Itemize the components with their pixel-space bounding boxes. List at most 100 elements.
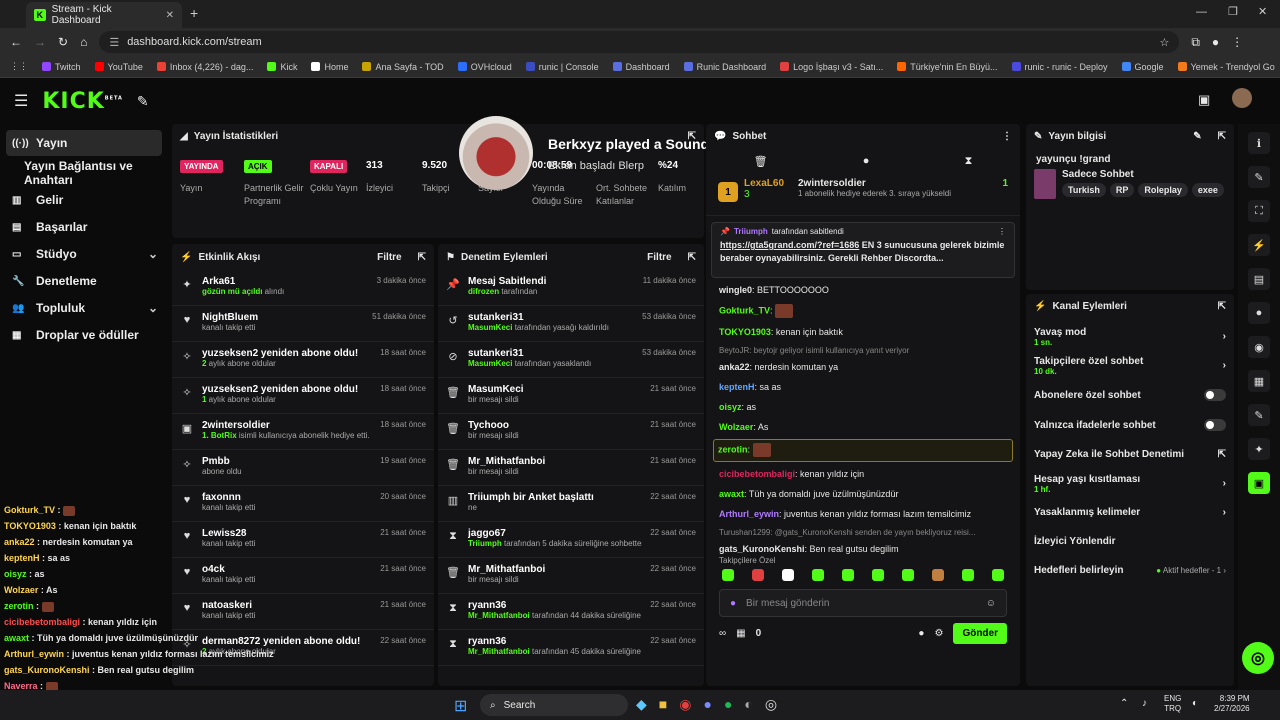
edit-info-icon[interactable]: ✎ [1193, 131, 1201, 142]
hourglass-tool-icon[interactable]: ⧗ [965, 155, 973, 168]
chat-rail-icon[interactable]: ● [1248, 302, 1270, 324]
document-rail-icon[interactable]: ▤ [1248, 268, 1270, 290]
chat-message[interactable]: keptenH: sa as [719, 377, 1007, 397]
chat-message[interactable]: Arthurl_eywin: juventus kenan yıldız for… [719, 504, 1007, 524]
chat-message[interactable]: Wolzaer: As [719, 417, 1007, 437]
channel-action-row[interactable]: Yalnızca ifadelerle sohbet [1026, 410, 1234, 440]
chat-input[interactable]: ● Bir mesaj gönderin ☺ [719, 589, 1007, 617]
browser-menu-icon[interactable]: ⋮ [1231, 35, 1243, 49]
sidebar-item[interactable]: 🔧 Denetleme [0, 268, 170, 294]
pinned-link[interactable]: https://gta5grand.com/?ref=1686 [720, 240, 859, 250]
moderation-popout-icon[interactable]: ⇱ [688, 252, 696, 263]
emote-button[interactable] [812, 569, 824, 581]
pin-tool-icon[interactable]: ✎ [137, 93, 149, 110]
taskbar-search[interactable]: ⌕ Search [480, 694, 628, 716]
edit-rail-icon[interactable]: ✎ [1248, 166, 1270, 188]
forward-icon[interactable]: → [34, 35, 46, 49]
info-rail-icon[interactable]: ℹ [1248, 132, 1270, 154]
channel-action-row[interactable]: Hesap yaşı kısıtlaması 1 hf. › [1026, 469, 1234, 498]
extensions-icon[interactable]: ⧉ [1191, 35, 1200, 50]
user-avatar[interactable] [1232, 88, 1252, 108]
sidebar-item[interactable]: ▥ Gelir [0, 187, 170, 213]
moderation-filter-button[interactable]: Filtre [647, 252, 671, 263]
bookmark-item[interactable]: Kick [267, 62, 297, 72]
feed-row[interactable]: ✧ yuzseksen2 yeniden abone oldu! 1 aylık a… [172, 378, 434, 414]
site-info-icon[interactable]: ☰ [109, 36, 119, 49]
chat-username[interactable]: Gokturk_TV [719, 305, 770, 315]
tag-chip[interactable]: RP [1109, 183, 1135, 197]
feed-row[interactable]: ✧ Pmbb abone oldu 19 saat önce [172, 450, 434, 486]
emote-button[interactable] [902, 569, 914, 581]
chat-message[interactable]: anka22: nerdesin komutan ya [719, 357, 1007, 377]
network-icon[interactable]: ◐ [1192, 698, 1198, 709]
bookmark-item[interactable]: Home [311, 62, 348, 72]
chat-message[interactable]: awaxt: Tüh ya domaldı juve üzülmüşünüzdü… [719, 484, 1007, 504]
toggle-switch[interactable] [1204, 389, 1226, 401]
game-rail-icon[interactable]: ▣ [1248, 472, 1270, 494]
feed-row[interactable]: ✦ Arka61 gözün mü açıldı alındı 3 dakika ön… [172, 270, 434, 306]
feed-row[interactable]: ↺ sutankeri31 MasumKeci tarafından yasağı … [438, 306, 704, 342]
browser-tab[interactable]: K Stream - Kick Dashboard ✕ [26, 2, 182, 28]
chat-message[interactable]: oisyz: as [719, 397, 1007, 417]
gift-icon[interactable]: ▦ [736, 628, 745, 639]
profile-icon[interactable]: ● [1212, 35, 1219, 49]
send-button[interactable]: Gönder [953, 623, 1007, 644]
emote-button[interactable] [782, 569, 794, 581]
chat-username[interactable]: Arthurl_eywin [719, 509, 779, 519]
emote-button[interactable] [962, 569, 974, 581]
activity-popout-icon[interactable]: ⇱ [418, 252, 426, 263]
chat-menu-icon[interactable]: ⋮ [1002, 131, 1012, 142]
sidebar-item[interactable]: Yayın Bağlantısı ve Anahtarı [0, 159, 170, 187]
chat-message[interactable]: cicibebetombaligi: kenan yıldız için [719, 464, 1007, 484]
chat-username[interactable]: cicibebetombaligi [719, 469, 795, 479]
bookmark-item[interactable]: OVHcloud [457, 62, 512, 72]
feed-row[interactable]: 🗑 Tychooo bir mesajı sildi 21 saat önce [438, 414, 704, 450]
tool-rail-icon[interactable]: ✎ [1248, 404, 1270, 426]
channel-action-row[interactable]: Yasaklanmış kelimeler › [1026, 498, 1234, 527]
spotify-icon[interactable]: ● [724, 696, 732, 713]
feed-row[interactable]: ⧗ ryann36 Mr_Mithatfanboi tarafından 45 da… [438, 630, 704, 666]
chat-message[interactable]: Gokturk_TV: [719, 300, 1007, 322]
chat-message[interactable]: wingle0: BETTOOOOOOO [719, 280, 1007, 300]
bookmark-item[interactable]: Inbox (4,226) - dag... [156, 62, 253, 72]
bookmark-item[interactable]: runic | Console [525, 62, 599, 72]
feed-row[interactable]: ⧗ jaggo67 Triiumph tarafından 5 dakika sür… [438, 522, 704, 558]
sidebar-item[interactable]: ▦ Droplar ve ödüller [0, 322, 170, 348]
chat-username[interactable]: TOKYO1903 [719, 327, 771, 337]
wallet-icon[interactable]: ▣ [1198, 92, 1210, 108]
chat-message[interactable]: gats_KuronoKenshi: Ben real gutsu degili… [719, 539, 1007, 556]
chat-username[interactable]: gats_KuronoKenshi [719, 544, 805, 554]
bookmark-item[interactable]: YouTube [94, 62, 143, 72]
bookmark-item[interactable]: Runic Dashboard [683, 62, 766, 72]
tag-chip[interactable]: Roleplay [1138, 183, 1188, 197]
bookmark-item[interactable]: Logo İşbaşı v3 - Satı... [780, 62, 883, 72]
emote-button[interactable] [992, 569, 1004, 581]
apps-icon[interactable]: ⋮⋮ [10, 61, 28, 72]
feed-row[interactable]: ♥ o4ck kanalı takip etti 21 saat önce [172, 558, 434, 594]
chat-message[interactable]: zerotin: [713, 439, 1013, 462]
sidebar-item[interactable]: ▤ Başarılar [0, 214, 170, 240]
file-explorer-icon[interactable]: ■ [659, 696, 667, 713]
feed-row[interactable]: ♥ NightBluem kanalı takip etti 51 dakika ön… [172, 306, 434, 342]
feed-row[interactable]: 📌 Mesaj Sabitlendi difrozen tarafından 11 d… [438, 270, 704, 306]
feed-row[interactable]: 🗑 MasumKeci bir mesajı sildi 21 saat önce [438, 378, 704, 414]
mic-tray-icon[interactable]: ♪ [1142, 698, 1147, 709]
bookmark-item[interactable]: Yemek - Trendyol Go [1177, 62, 1275, 72]
mic-icon[interactable]: ● [730, 598, 736, 609]
unpin-icon[interactable]: ⋮ [998, 227, 1006, 236]
sidebar-item[interactable]: ((·)) Yayın [6, 130, 162, 156]
lightning-rail-icon[interactable]: ⚡ [1248, 234, 1270, 256]
language-indicator[interactable]: ENG TRQ [1164, 694, 1181, 714]
bookmark-item[interactable]: Twitch [42, 62, 81, 72]
feed-row[interactable]: ♥ Lewiss28 kanalı takip etti 21 saat önce [172, 522, 434, 558]
chat-users-icon[interactable]: ● [918, 628, 924, 639]
kick-logo[interactable]: KICKBETA [42, 89, 123, 114]
chat-settings-icon[interactable]: ⚙ [934, 628, 943, 639]
feed-row[interactable]: ▣ 2wintersoldier 1. BotRix isimli kullanıc… [172, 414, 434, 450]
windows-start-icon[interactable]: ⊞ [454, 696, 467, 716]
feed-row[interactable]: 🗑 Mr_Mithatfanboi bir mesajı sildi 22 saat … [438, 558, 704, 594]
channel-action-row[interactable]: Hedefleri belirleyin ● Aktif hedefler - 1… [1026, 556, 1234, 585]
url-field[interactable]: ☰ dashboard.kick.com/stream ☆ [99, 31, 1180, 53]
channel-action-row[interactable]: İzleyici Yönlendir [1026, 527, 1234, 556]
pinned-message[interactable]: 📌 Triiumph tarafından sabitlendi ⋮ https://… [711, 222, 1015, 278]
